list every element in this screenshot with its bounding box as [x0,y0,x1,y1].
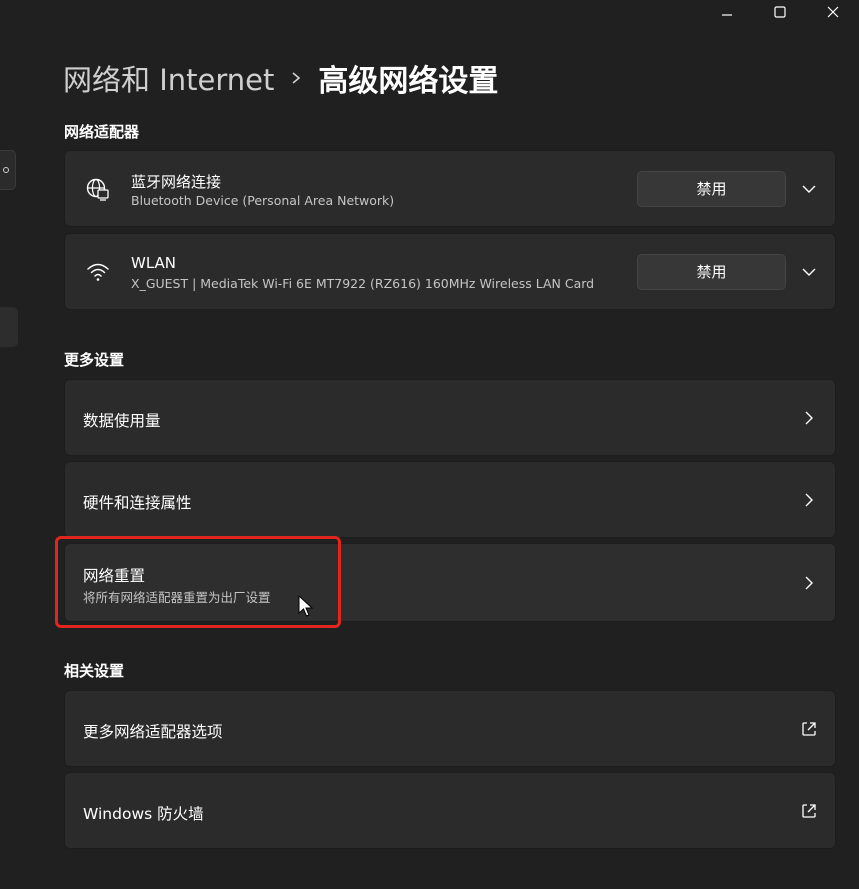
chevron-right-icon [805,576,813,589]
external-link-icon [802,803,816,818]
adapter-description: X_GUEST | MediaTek Wi-Fi 6E MT7922 (RZ61… [131,276,595,291]
section-title-adapters: 网络适配器 [64,123,140,141]
chevron-right-icon [805,493,813,506]
disable-button[interactable]: 禁用 [637,253,786,290]
chevron-down-icon[interactable] [801,264,817,280]
minimize-button[interactable] [700,0,753,24]
adapter-card-bluetooth[interactable]: 蓝牙网络连接 Bluetooth Device (Personal Area N… [64,150,836,227]
close-icon [827,6,838,18]
section-title-related: 相关设置 [64,662,125,680]
window-caption-buttons [700,0,859,24]
adapter-name: 蓝牙网络连接 [131,173,222,191]
row-label: Windows 防火墙 [83,805,204,823]
chevron-right-icon [805,411,813,424]
breadcrumb: 网络和 Internet 高级网络设置 [63,56,498,100]
adapter-description: Bluetooth Device (Personal Area Network) [131,193,395,208]
minimize-icon [721,14,732,16]
search-icon [3,167,9,173]
network-adapter-icon [86,178,109,201]
wifi-icon [87,263,109,281]
breadcrumb-parent[interactable]: 网络和 Internet [63,57,274,99]
settings-row-hardware-properties[interactable]: 硬件和连接属性 [64,461,836,538]
breadcrumb-chevron-icon [274,71,318,85]
row-label: 数据使用量 [83,412,161,430]
section-title-more: 更多设置 [64,351,125,369]
nav-selected-item-edge[interactable] [0,307,18,347]
row-label: 更多网络适配器选项 [83,723,223,741]
disable-button[interactable]: 禁用 [637,170,786,207]
nav-search-box-edge[interactable] [0,150,16,190]
chevron-down-icon[interactable] [801,181,817,197]
maximize-button[interactable] [753,0,806,24]
mouse-cursor-icon [298,595,314,617]
external-link-icon [802,721,816,736]
maximize-icon [773,6,786,18]
page-title: 高级网络设置 [318,64,499,99]
settings-row-windows-firewall[interactable]: Windows 防火墙 [64,772,836,849]
adapter-card-wlan[interactable]: WLAN X_GUEST | MediaTek Wi-Fi 6E MT7922 … [64,233,836,310]
adapter-name: WLAN [131,254,177,272]
close-button[interactable] [806,0,859,24]
row-label: 硬件和连接属性 [83,494,192,512]
settings-window: 网络和 Internet 高级网络设置 网络适配器 蓝牙网络连接 Bluetoo… [0,0,859,889]
settings-row-more-adapter-options[interactable]: 更多网络适配器选项 [64,690,836,767]
settings-row-data-usage[interactable]: 数据使用量 [64,379,836,456]
